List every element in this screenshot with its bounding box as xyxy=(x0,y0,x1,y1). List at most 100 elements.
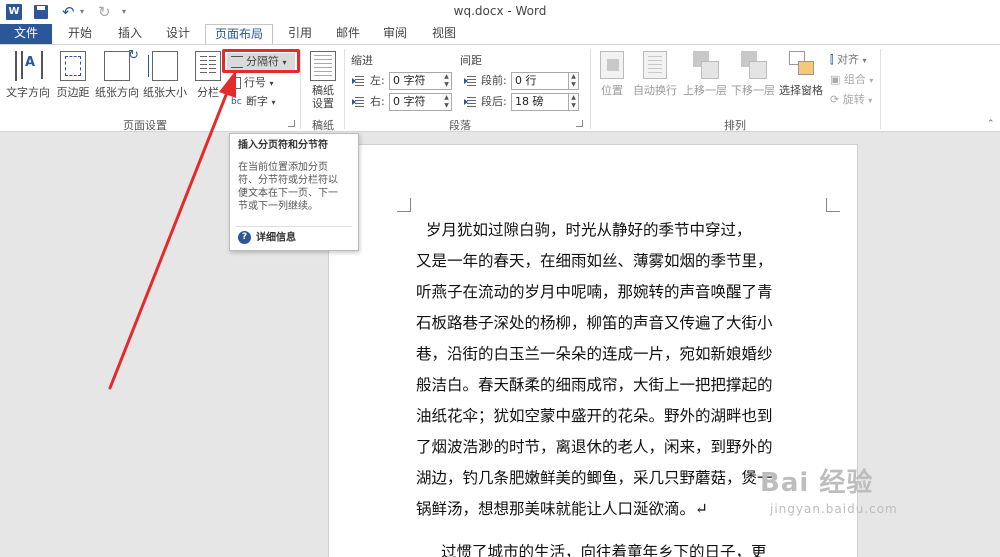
indent-right-icon xyxy=(352,96,365,108)
size-label: 纸张大小 xyxy=(143,86,187,99)
tab-page-layout[interactable]: 页面布局 xyxy=(205,24,273,45)
tooltip-more-info-link[interactable]: ? 详细信息 xyxy=(238,231,296,246)
watermark-url: jingyan.baidu.com xyxy=(770,502,898,516)
size-button[interactable]: 纸张大小 xyxy=(141,49,189,100)
hyphenation-icon: bc xyxy=(231,97,242,107)
page-corner-mark xyxy=(397,198,411,212)
spacing-after-row: 段后: 18 磅 ▲ ▼ xyxy=(464,92,585,112)
rotate-label: 旋转 xyxy=(842,93,865,106)
indent-right-label: 右: xyxy=(370,95,385,108)
tab-insert[interactable]: 插入 xyxy=(110,24,150,44)
text-direction-label: 文字方向 xyxy=(6,86,50,99)
selection-pane-icon xyxy=(789,51,814,79)
spacing-before-icon xyxy=(464,75,477,87)
group-divider xyxy=(880,49,881,129)
bring-forward-icon xyxy=(693,51,719,79)
spacing-after-label: 段后: xyxy=(481,95,507,108)
title-bar: W ↶ ▾ ↻ ▾ wq.docx - Word xyxy=(0,0,1000,24)
tooltip-more-info-label: 详细信息 xyxy=(256,232,296,244)
tooltip-line: 在当前位置添加分页 xyxy=(238,162,328,173)
group-icon: ▣ xyxy=(830,73,841,86)
spacing-before-spinner[interactable]: ▲ ▼ xyxy=(569,72,579,90)
document-line: 听燕子在流动的岁月中呢喃，那婉转的声音唤醒了青 xyxy=(416,283,773,301)
indent-right-input[interactable]: 0 字符 xyxy=(389,93,443,111)
document-line: 又是一年的春天，在细雨如丝、薄雾如烟的季节里， xyxy=(416,252,773,270)
selection-pane-button[interactable]: 选择窗格 xyxy=(777,49,825,98)
manuscript-label-line1: 稿纸 xyxy=(312,84,334,97)
document-line: 般洁白。春天酥柔的细雨成帘，大街上一把把撑起的 xyxy=(416,376,773,394)
send-backward-label: 下移一层 xyxy=(731,84,775,97)
ribbon-tabs: 文件 开始 插入 设计 页面布局 引用 邮件 审阅 视图 xyxy=(0,24,1000,45)
paragraph-dialog-launcher-icon[interactable] xyxy=(576,120,583,127)
manuscript-icon xyxy=(310,51,336,81)
orientation-button[interactable]: 纸张方向 xyxy=(93,48,141,100)
paragraph-group-label: 段落 xyxy=(449,119,471,132)
tooltip-body: 在当前位置添加分页 符、分节符或分栏符以 便文本在下一页、下一 节或下一列继续。 xyxy=(238,161,350,213)
spacing-before-label: 段前: xyxy=(481,74,507,87)
indent-right-spinner[interactable]: ▲ ▼ xyxy=(442,93,452,111)
document-line: 过惯了城市的生活，向往着童年乡下的日子，更 xyxy=(441,543,767,557)
tab-view[interactable]: 视图 xyxy=(424,24,464,44)
spacing-before-input[interactable]: 0 行 xyxy=(511,72,569,90)
columns-icon xyxy=(195,51,221,81)
position-button[interactable]: 位置 xyxy=(596,49,628,98)
help-icon: ? xyxy=(238,231,251,244)
line-numbers-button[interactable]: 行号 ▾ xyxy=(231,74,274,92)
manuscript-group-label: 稿纸 xyxy=(312,119,334,132)
tab-home[interactable]: 开始 xyxy=(60,24,100,44)
indent-left-row: 左: 0 字符 ▲ ▼ xyxy=(352,71,462,91)
line-numbers-icon xyxy=(231,77,241,89)
tab-file[interactable]: 文件 xyxy=(0,24,52,44)
document-line: 岁月犹如过隙白驹，时光从静好的季节中穿过， xyxy=(426,221,752,239)
breaks-tooltip: 插入分页符和分节符 在当前位置添加分页 符、分节符或分栏符以 便文本在下一页、下… xyxy=(229,133,359,251)
baidu-watermark: Bai 经验 jingyan.baidu.com xyxy=(760,462,897,516)
send-backward-icon xyxy=(741,51,767,79)
arrange-group-label: 排列 xyxy=(724,119,746,132)
spacing-before-row: 段前: 0 行 ▲ ▼ xyxy=(464,71,585,91)
indent-left-spinner[interactable]: ▲ ▼ xyxy=(442,72,452,90)
bring-forward-button[interactable]: 上移一层 xyxy=(681,49,729,98)
indent-right-row: 右: 0 字符 ▲ ▼ xyxy=(352,92,462,112)
page-setup-dialog-launcher-icon[interactable] xyxy=(288,120,295,127)
rotate-button[interactable]: ⟳ 旋转 ▾ xyxy=(830,91,872,109)
spacing-after-input[interactable]: 18 磅 xyxy=(511,93,569,111)
spacing-heading: 间距 xyxy=(460,54,482,67)
spacing-after-spinner[interactable]: ▲ ▼ xyxy=(569,93,579,111)
manuscript-settings-button[interactable]: 稿纸 设置 xyxy=(306,49,340,110)
tab-references[interactable]: 引用 xyxy=(280,24,320,44)
tab-review[interactable]: 审阅 xyxy=(375,24,415,44)
page-setup-group-label: 页面设置 xyxy=(123,119,167,132)
text-direction-icon xyxy=(15,51,43,81)
orientation-label: 纸张方向 xyxy=(95,86,139,99)
indent-left-input[interactable]: 0 字符 xyxy=(389,72,443,90)
wrap-text-label: 自动换行 xyxy=(633,84,677,97)
group-label: 组合 xyxy=(843,73,866,86)
text-direction-button[interactable]: 文字方向 xyxy=(4,49,52,100)
document-line: 油纸花伞；犹如空蒙中盛开的花朵。野外的湖畔也到 xyxy=(416,407,773,425)
group-button[interactable]: ▣ 组合 ▾ xyxy=(830,71,873,89)
ribbon: 文字方向 页边距 纸张方向 纸张大小 分栏 分隔符 ▾ 行号 ▾ bc断字 ▾ … xyxy=(0,44,1000,132)
group-divider xyxy=(300,49,301,129)
indent-left-label: 左: xyxy=(370,74,385,87)
group-divider xyxy=(590,49,591,129)
tab-mailings[interactable]: 邮件 xyxy=(328,24,368,44)
margins-label: 页边距 xyxy=(56,86,90,99)
indent-left-icon xyxy=(352,75,365,87)
margins-button[interactable]: 页边距 xyxy=(54,49,92,100)
rotate-icon: ⟳ xyxy=(830,93,840,106)
send-backward-button[interactable]: 下移一层 xyxy=(729,49,777,98)
indent-heading: 缩进 xyxy=(351,54,373,67)
wrap-text-button[interactable]: 自动换行 xyxy=(630,49,680,98)
tooltip-line: 节或下一列继续。 xyxy=(238,201,318,212)
align-button[interactable]: ⫿ 对齐 ▾ xyxy=(830,51,867,69)
group-divider xyxy=(344,49,345,129)
align-label: 对齐 xyxy=(837,53,860,66)
collapse-ribbon-icon[interactable]: ⌃ xyxy=(987,119,995,129)
tab-design[interactable]: 设计 xyxy=(158,24,198,44)
hyphenation-button[interactable]: bc 断字 ▾ xyxy=(231,93,276,111)
tooltip-line: 符、分节符或分栏符以 xyxy=(238,175,338,186)
watermark-logo: Bai 经验 xyxy=(760,468,874,498)
selection-pane-label: 选择窗格 xyxy=(779,84,823,97)
size-icon xyxy=(148,51,178,81)
columns-button[interactable]: 分栏 xyxy=(193,49,223,100)
